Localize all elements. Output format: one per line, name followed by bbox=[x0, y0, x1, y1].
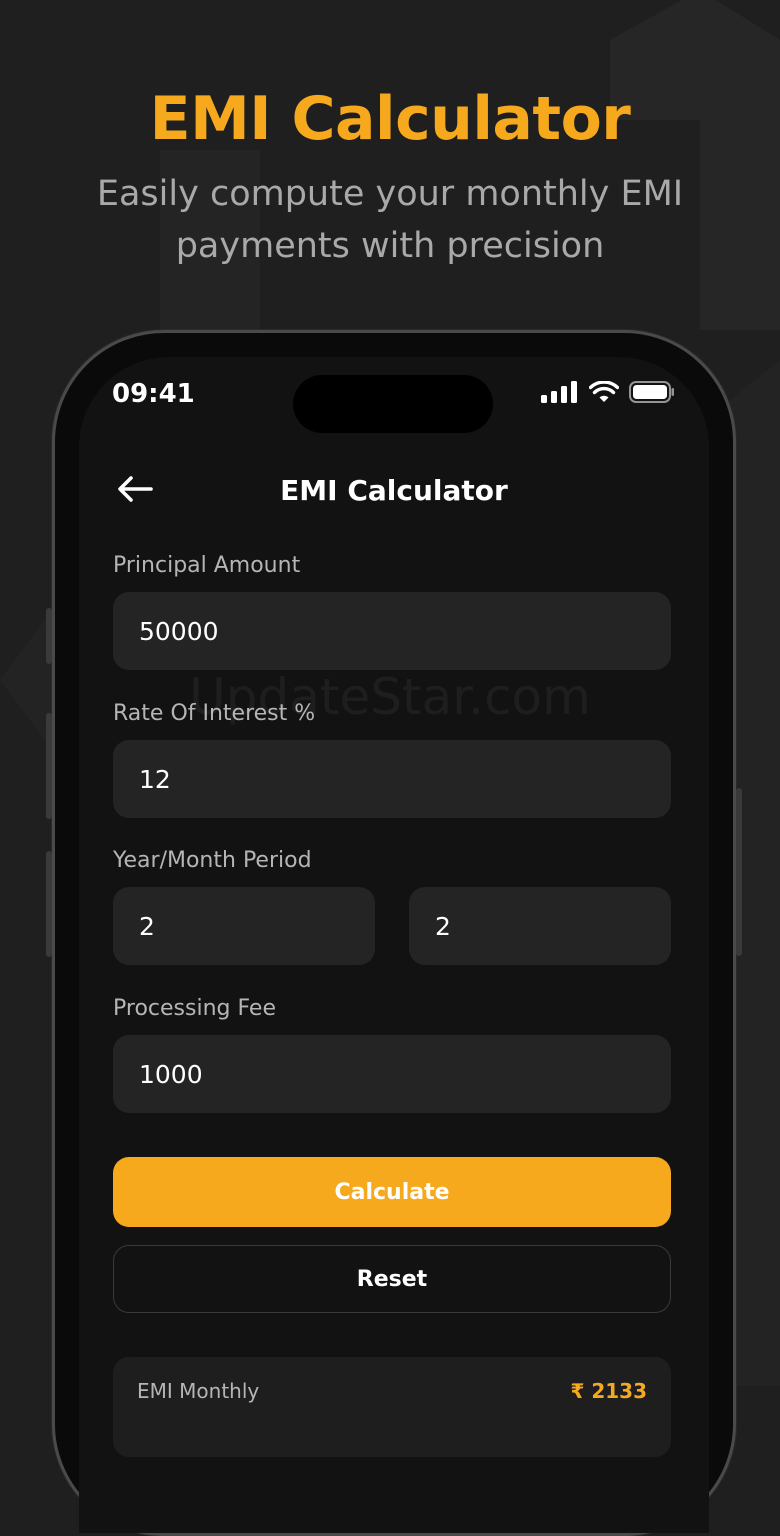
phone-side-button-silent bbox=[46, 608, 52, 664]
period-months-input[interactable]: 2 bbox=[409, 887, 671, 965]
phone-side-button-power bbox=[736, 788, 742, 956]
calculate-button[interactable]: Calculate bbox=[113, 1157, 671, 1227]
status-bar-time: 09:41 bbox=[112, 379, 195, 409]
dynamic-island bbox=[293, 375, 493, 433]
wifi-icon bbox=[588, 380, 620, 407]
hero-subtitle-line-1: Easily compute your monthly EMI bbox=[96, 174, 684, 214]
period-label: Year/Month Period bbox=[113, 848, 312, 873]
period-years-input[interactable]: 2 bbox=[113, 887, 375, 965]
processing-fee-input[interactable]: 1000 bbox=[113, 1035, 671, 1113]
app-bar-title: EMI Calculator bbox=[280, 474, 508, 507]
hero-subtitle-line-2: payments with precision bbox=[175, 226, 605, 266]
emi-result-card: EMI Monthly ₹ 2133 bbox=[113, 1357, 671, 1457]
status-bar-icons bbox=[541, 380, 675, 407]
battery-icon bbox=[629, 381, 675, 407]
cellular-signal-icon bbox=[541, 381, 579, 407]
reset-button[interactable]: Reset bbox=[113, 1245, 671, 1313]
phone-side-button-volume-down bbox=[46, 851, 52, 957]
phone-screen: 09:41 EMI Calculator Principal Amount 50… bbox=[79, 357, 709, 1533]
hero-title: EMI Calculator bbox=[149, 84, 631, 154]
principal-amount-label: Principal Amount bbox=[113, 553, 301, 578]
phone-frame: 09:41 EMI Calculator Principal Amount 50… bbox=[46, 330, 742, 1536]
phone-side-button-volume-up bbox=[46, 713, 52, 819]
hero-subtitle: Easily compute your monthly EMI payments… bbox=[40, 168, 740, 272]
processing-fee-label: Processing Fee bbox=[113, 996, 276, 1021]
emi-result-value: ₹ 2133 bbox=[570, 1379, 647, 1403]
principal-amount-input[interactable]: 50000 bbox=[113, 592, 671, 670]
rate-of-interest-label: Rate Of Interest % bbox=[113, 701, 316, 726]
emi-result-label: EMI Monthly bbox=[137, 1379, 260, 1403]
rate-of-interest-input[interactable]: 12 bbox=[113, 740, 671, 818]
